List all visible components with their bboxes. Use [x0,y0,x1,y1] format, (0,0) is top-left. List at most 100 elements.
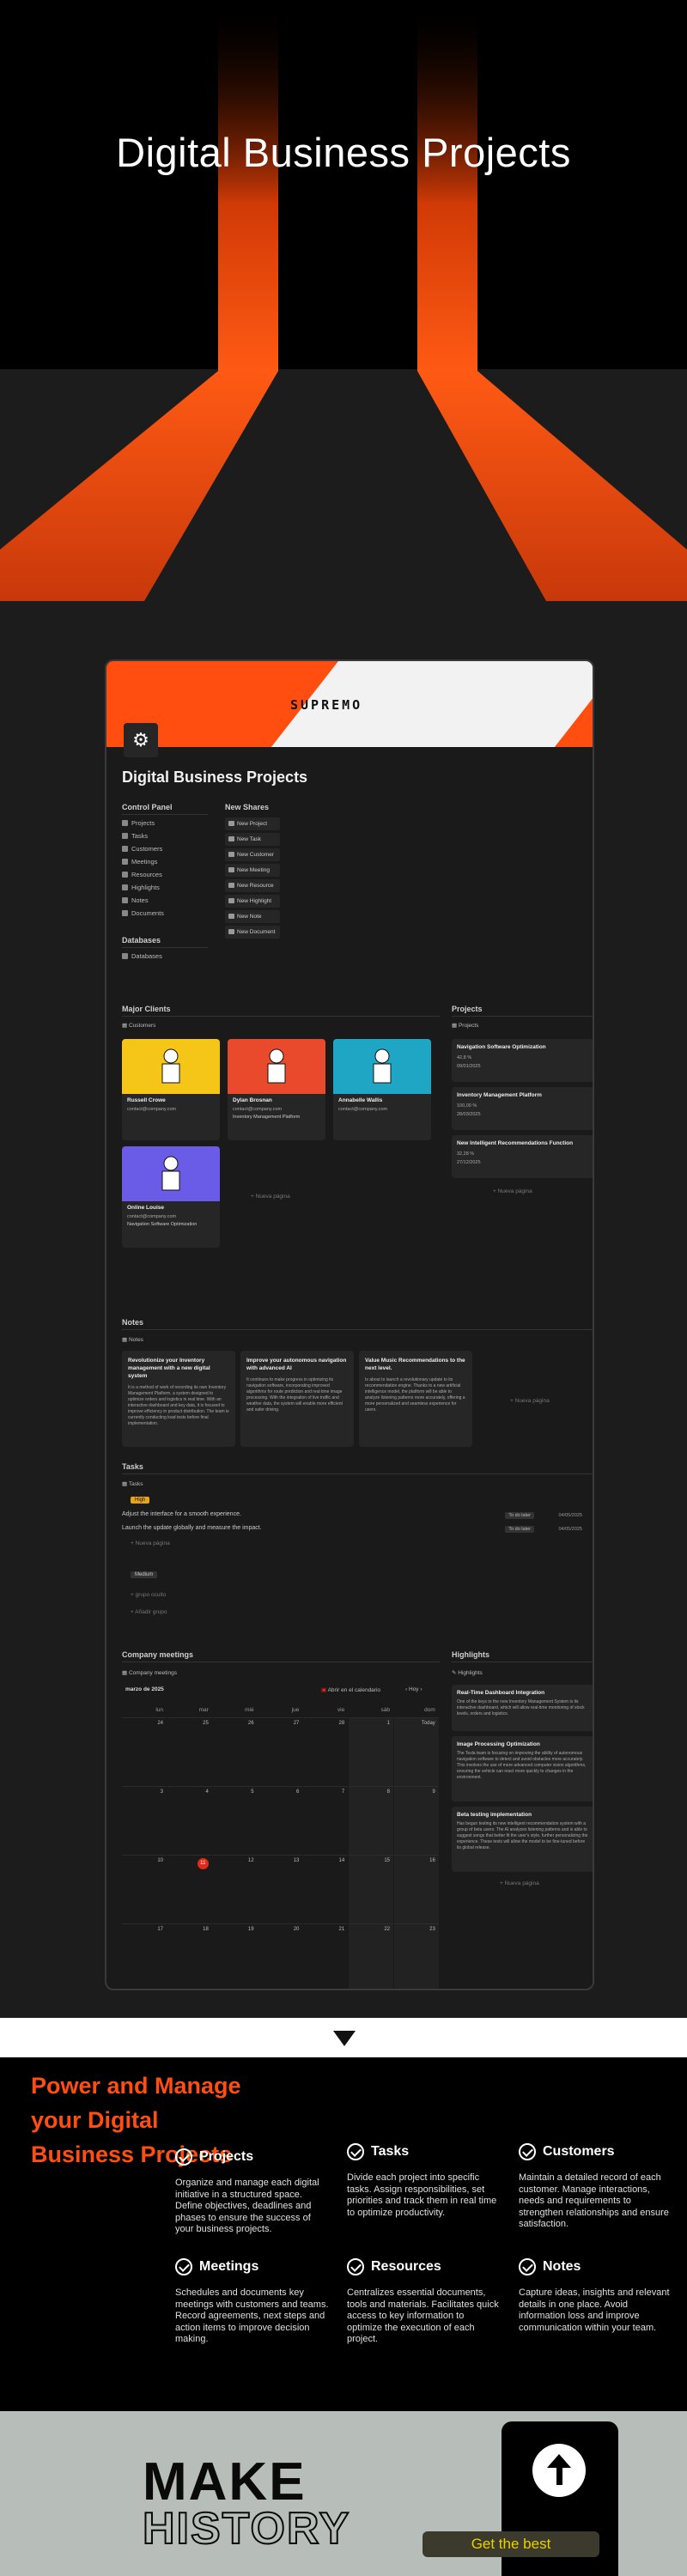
calendar-day[interactable]: 26 [212,1717,258,1786]
databases-item[interactable]: Databases [122,950,162,963]
calendar-day[interactable]: 25 [167,1717,212,1786]
new-meeting-button[interactable]: New Meeting [225,864,280,877]
calendar-day[interactable]: 7 [303,1786,349,1855]
control-panel-item[interactable]: Resources [122,868,164,881]
open-calendar-link[interactable]: ▣ Abrir en el calendario [321,1686,380,1693]
calendar-day[interactable]: 1 [349,1717,393,1786]
box-icon [122,872,128,878]
control-panel-item[interactable]: Meetings [122,855,164,868]
cover-banner: SUPREMO [106,661,593,747]
calendar-day[interactable]: 5 [212,1786,258,1855]
calendar-day-number: 1 [386,1721,390,1726]
note-text: Is about to launch a revolutionary updat… [365,1377,465,1413]
new-page-link[interactable]: + Nueva página [510,1398,550,1404]
new-document-button[interactable]: New Document [225,926,280,939]
calendar-weekday: lun [155,1707,163,1713]
add-group-link[interactable]: + Añadir grupo [131,1609,167,1615]
calendar-day[interactable]: 15 [349,1855,393,1923]
highlight-card[interactable]: Beta testing implementation Has begun te… [452,1807,593,1872]
projects-heading: Projects [452,1005,483,1013]
calendar-day[interactable]: 27 [258,1717,303,1786]
tab-projects[interactable]: ▦ Projects [452,1022,478,1029]
new-note-button[interactable]: New Note [225,910,280,923]
calendar-day[interactable]: 8 [349,1786,393,1855]
calendar-day[interactable]: Today [393,1717,439,1786]
new-page-link[interactable]: + Nueva página [500,1880,539,1886]
calendar-day[interactable]: 11 [167,1855,212,1923]
note-card[interactable]: Value Music Recommendations to the next … [359,1351,472,1447]
calendar-day[interactable]: 19 [212,1923,258,1989]
customer-card[interactable]: Online Louise contact@company.com Naviga… [122,1146,220,1248]
project-card[interactable]: New Intelligent Recommendations Function… [452,1135,593,1178]
check-circle-icon [175,2148,192,2166]
calendar-day-number: 27 [293,1721,300,1726]
calendar-weekday: dom [424,1707,435,1713]
calendar-day-number: 23 [429,1927,435,1932]
get-the-best-button[interactable]: Get the best [423,2531,599,2557]
tab-highlights[interactable]: ✎ Highlights [452,1669,483,1676]
calendar-weekday: mar [198,1707,209,1713]
hero-section: Digital Business Projects [0,0,687,601]
calendar-day[interactable]: 17 [122,1923,167,1989]
project-progress: 32,28 % [457,1151,475,1157]
calendar-day[interactable]: 6 [258,1786,303,1855]
calendar-day[interactable]: 28 [303,1717,349,1786]
customer-card[interactable]: Annabelle Wallis contact@company.com [333,1039,431,1140]
new-highlight-button[interactable]: New Highlight [225,895,280,908]
new-project-button[interactable]: New Project [225,817,280,830]
calendar-day[interactable]: 14 [303,1855,349,1923]
group-badge-medium[interactable]: Medium [131,1571,158,1578]
task-status: To do later [505,1512,534,1519]
tab-company-meetings[interactable]: ▦ Company meetings [122,1669,177,1676]
note-card[interactable]: Revolutionize your Inventory management … [122,1351,235,1447]
new-page-link[interactable]: + Nueva página [251,1194,290,1200]
new-page-link[interactable]: + Nueva página [131,1540,170,1546]
new-resource-button[interactable]: New Resource [225,879,280,892]
arrow-up-icon[interactable] [532,2444,586,2497]
control-panel-item[interactable]: Highlights [122,881,164,894]
new-page-link[interactable]: + Nueva página [493,1188,532,1194]
gear-icon[interactable]: ⚙ [124,723,158,757]
calendar-day[interactable]: 22 [349,1923,393,1989]
customer-card[interactable]: Russell Crowe contact@company.com [122,1039,220,1140]
calendar-day-number: 21 [338,1927,345,1932]
calendar-day[interactable]: 23 [393,1923,439,1989]
highlight-text: One of the keys to the new Inventory Man… [457,1699,585,1716]
control-panel-item[interactable]: Documents [122,907,164,920]
calendar-day[interactable]: 13 [258,1855,303,1923]
note-card[interactable]: Improve your autonomous navigation with … [240,1351,354,1447]
highlight-card[interactable]: Real-Time Dashboard Integration One of t… [452,1685,593,1731]
calendar-today-button[interactable]: ‹ Hoy › [405,1686,423,1692]
calendar-day[interactable]: 16 [393,1855,439,1923]
calendar-day[interactable]: 21 [303,1923,349,1989]
calendar-day[interactable]: 18 [167,1923,212,1989]
highlight-card[interactable]: Image Processing Optimization The Tesla … [452,1736,593,1801]
tab-notes[interactable]: ▦ Notes [122,1336,143,1343]
calendar-day-number: 16 [429,1858,435,1863]
calendar-day[interactable]: 10 [122,1855,167,1923]
calendar-day[interactable]: 24 [122,1717,167,1786]
project-card[interactable]: Inventory Management Platform 100,00 % 2… [452,1087,593,1130]
project-card[interactable]: Navigation Software Optimization 42,8 % … [452,1039,593,1082]
customer-card[interactable]: Dylan Brosnan contact@company.com Invent… [228,1039,325,1140]
tab-customers[interactable]: ▦ Customers [122,1022,155,1029]
calendar-day[interactable]: 3 [122,1786,167,1855]
hidden-group-link[interactable]: + grupo oculto [131,1592,166,1598]
note-title: Revolutionize your Inventory management … [128,1358,210,1379]
calendar-day[interactable]: 9 [393,1786,439,1855]
calendar-day[interactable]: 20 [258,1923,303,1989]
control-panel-item[interactable]: Projects [122,817,164,829]
control-panel-item[interactable]: Customers [122,842,164,855]
group-badge-high[interactable]: High [131,1497,150,1504]
new-customer-button[interactable]: New Customer [225,848,280,861]
calendar-day[interactable]: 4 [167,1786,212,1855]
pen-icon [122,884,128,890]
project-date: 27/12/2025 [457,1160,481,1165]
task-row[interactable]: Adjust the interface for a smooth experi… [122,1511,586,1523]
new-task-button[interactable]: New Task [225,833,280,846]
calendar-day[interactable]: 12 [212,1855,258,1923]
task-row[interactable]: Launch the update globally and measure t… [122,1525,586,1537]
tab-tasks[interactable]: ▦ Tasks [122,1480,143,1487]
control-panel-item[interactable]: Tasks [122,829,164,842]
control-panel-item[interactable]: Notes [122,894,164,907]
